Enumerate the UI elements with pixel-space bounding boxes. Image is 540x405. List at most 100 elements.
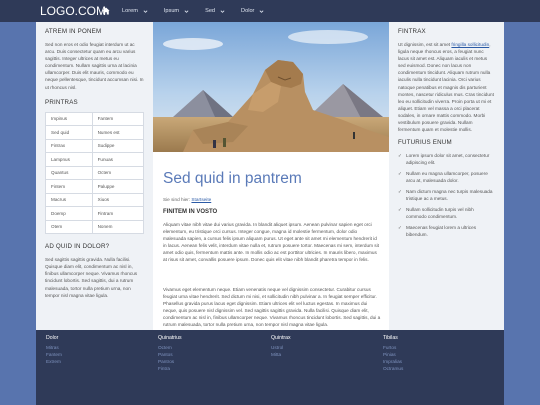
site-logo[interactable]: LOGO.COM — [40, 3, 106, 19]
chevron-down-icon — [220, 9, 225, 13]
breadcrumb-prefix: Sie sind hier: — [163, 197, 191, 202]
site-footer: Dolor Mitras Fantem Extrem Quinatrius Oc… — [36, 330, 504, 405]
footer-column-tibilas: Tibilas Furtos Pinias Impralias Octramus — [383, 335, 483, 372]
check-bullet-icon: ✓ — [398, 225, 402, 231]
table-row: Fintrax Sudippe — [45, 138, 145, 154]
list-item-text: Nullam sollicitudin turpis vel nibh comm… — [406, 207, 474, 220]
adquid-heading: AD QUID IN DOLOR? — [45, 243, 110, 251]
adquid-text: Sed sagittis sagittis gravida. Nulla fac… — [45, 257, 138, 298]
page-content: ATREM IN PONEM Sed non eros et odio feug… — [36, 22, 504, 330]
nav-item-label: Ipsum — [163, 8, 180, 14]
check-bullet-icon: ✓ — [398, 153, 402, 159]
table-cell: Quantus — [45, 165, 93, 181]
futurius-heading: FUTURIUS ENUM — [398, 139, 452, 147]
footer-heading: Dolor — [46, 335, 59, 341]
footer-link[interactable]: Mitras — [46, 344, 146, 351]
fintrax-link[interactable]: fringilla sollicitudin — [451, 42, 489, 47]
atrem-text: Sed non eros et odio feugiat interdum ut… — [45, 42, 144, 90]
footer-heading: Quinatrius — [158, 335, 182, 341]
left-sidebar: ATREM IN PONEM Sed non eros et odio feug… — [36, 22, 153, 330]
table-cell: Sudippe — [91, 138, 145, 154]
list-item-text: Nullam eu magna ullamcorper, posuere arc… — [406, 171, 488, 184]
footer-column-dolor: Dolor Mitras Fantem Extrem — [46, 335, 146, 365]
footer-link[interactable]: Ustrol — [271, 344, 371, 351]
atrem-heading: ATREM IN PONEM — [45, 28, 102, 35]
check-bullet-icon: ✓ — [398, 189, 402, 195]
check-bullet-icon: ✓ — [398, 171, 402, 177]
fintrax-text-after: , ligula neque rhoncus eros, a feugiat n… — [398, 42, 494, 133]
list-item: ✓ Nam dictum magna nec turpis malesuada t… — [398, 188, 495, 202]
fintrax-heading: FINTRAX — [398, 28, 426, 35]
table-cell: Numes est — [91, 125, 145, 140]
printras-heading: PRINTRAS — [45, 98, 78, 106]
top-navbar: LOGO.COM Lorem Ipsum Sed Dolor — [0, 0, 540, 22]
footer-column-quinatrius: Quinatrius Octem Pantos Pantros Fintra — [158, 335, 258, 372]
footer-link[interactable]: Octramus — [383, 365, 483, 372]
table-cell: Fantem — [91, 111, 145, 127]
breadcrumb-link-startseite[interactable]: Startseite — [191, 197, 211, 202]
table-cell: Fintrax — [45, 138, 93, 154]
chevron-down-icon — [143, 9, 148, 13]
nav-item-dolor[interactable]: Dolor — [241, 8, 264, 14]
nav-item-lorem[interactable]: Lorem — [122, 8, 148, 14]
table-cell: Xiuos — [91, 192, 145, 208]
footer-link[interactable]: Fantem — [46, 351, 146, 358]
list-item: ✓ Nullam sollicitudin turpis vel nibh com… — [398, 206, 495, 220]
footer-link[interactable]: Octem — [158, 344, 258, 351]
footer-link[interactable]: Impralias — [383, 358, 483, 365]
table-cell: Macrus — [45, 192, 93, 208]
footer-heading: Tibilas — [383, 335, 398, 341]
printras-table: Impinus Fantem Sed quid Numes est Fintrax S… — [45, 111, 145, 235]
table-cell: Otem — [45, 219, 93, 235]
list-item-text: Nam dictum magna nec turpis malesuada tr… — [406, 189, 493, 202]
footer-link[interactable]: Pantros — [158, 358, 258, 365]
nav-item-sed[interactable]: Sed — [205, 8, 225, 14]
main-nav: Lorem Ipsum Sed Dolor — [102, 0, 280, 22]
table-cell: Sed quid — [45, 125, 93, 140]
check-bullet-icon: ✓ — [398, 207, 402, 213]
home-icon[interactable] — [102, 7, 110, 15]
footer-link[interactable]: Furtos — [383, 344, 483, 351]
footer-link[interactable]: Extrem — [46, 358, 146, 365]
footer-link[interactable]: Pantos — [158, 351, 258, 358]
table-row: Lampnus Funuas — [45, 152, 145, 167]
sphinx-hero-image — [153, 22, 389, 152]
table-cell: Nonem — [91, 219, 145, 235]
right-sidebar: FINTRAX Ut dignissim, est sit amet fring… — [389, 22, 504, 330]
list-item: ✓ Nullam eu magna ullamcorper, posuere ar… — [398, 170, 495, 184]
breadcrumb: Sie sind hier: Startseite — [163, 197, 211, 202]
footer-link[interactable]: Pinias — [383, 351, 483, 358]
footer-link[interactable]: Fintra — [158, 365, 258, 372]
nav-item-label: Lorem — [122, 8, 138, 14]
content-paragraph-1: Aliquam vitae nibh vitae dui varius grav… — [163, 222, 379, 263]
footer-heading: Quintrax — [271, 335, 291, 341]
nav-item-label: Dolor — [241, 8, 255, 14]
table-row: Doemp Fintram — [45, 206, 145, 221]
list-item-text: Lorem ipsum dolor sit amet, consectetur … — [406, 153, 490, 166]
table-cell: Fintem — [45, 179, 93, 194]
futurius-list: ✓ Lorem ipsum dolor sit amet, consectetur… — [398, 152, 495, 238]
table-row: Sed quid Numes est — [45, 125, 145, 140]
nav-item-ipsum[interactable]: Ipsum — [164, 8, 189, 14]
table-cell: Impinus — [45, 111, 93, 127]
table-cell: Paluppe — [91, 179, 145, 194]
table-row: Macrus Xiuos — [45, 192, 145, 208]
main-content: Sed quid in pantrem Sie sind hier: Start… — [153, 22, 389, 330]
footer-column-quintrax: Quintrax Ustrol Mitta — [271, 335, 371, 358]
section-subheading: FINITEM IN VOSTO — [163, 209, 218, 215]
table-cell: Funuas — [91, 152, 145, 167]
footer-link[interactable]: Mitta — [271, 351, 371, 358]
table-cell: Doemp — [45, 206, 93, 221]
list-item: ✓ Lorem ipsum dolor sit amet, consectetur… — [398, 152, 495, 166]
fintrax-text-before: Ut dignissim, est sit amet — [398, 42, 451, 47]
list-item-text: Maecenas feugiat lorem a ultrices bibend… — [406, 225, 477, 238]
content-paragraph-2: Vivamus eget elementum neque. Etiam vene… — [163, 287, 381, 328]
table-cell: Lampnus — [45, 152, 93, 167]
page-title: Sed quid in pantrem — [163, 170, 302, 187]
table-row: Quantus Octem — [45, 165, 145, 181]
table-row: Otem Nonem — [45, 219, 145, 235]
table-cell: Fintram — [91, 206, 145, 221]
table-cell: Octem — [91, 165, 145, 181]
list-item: ✓ Maecenas feugiat lorem a ultrices biben… — [398, 224, 495, 238]
chevron-down-icon — [184, 9, 189, 13]
